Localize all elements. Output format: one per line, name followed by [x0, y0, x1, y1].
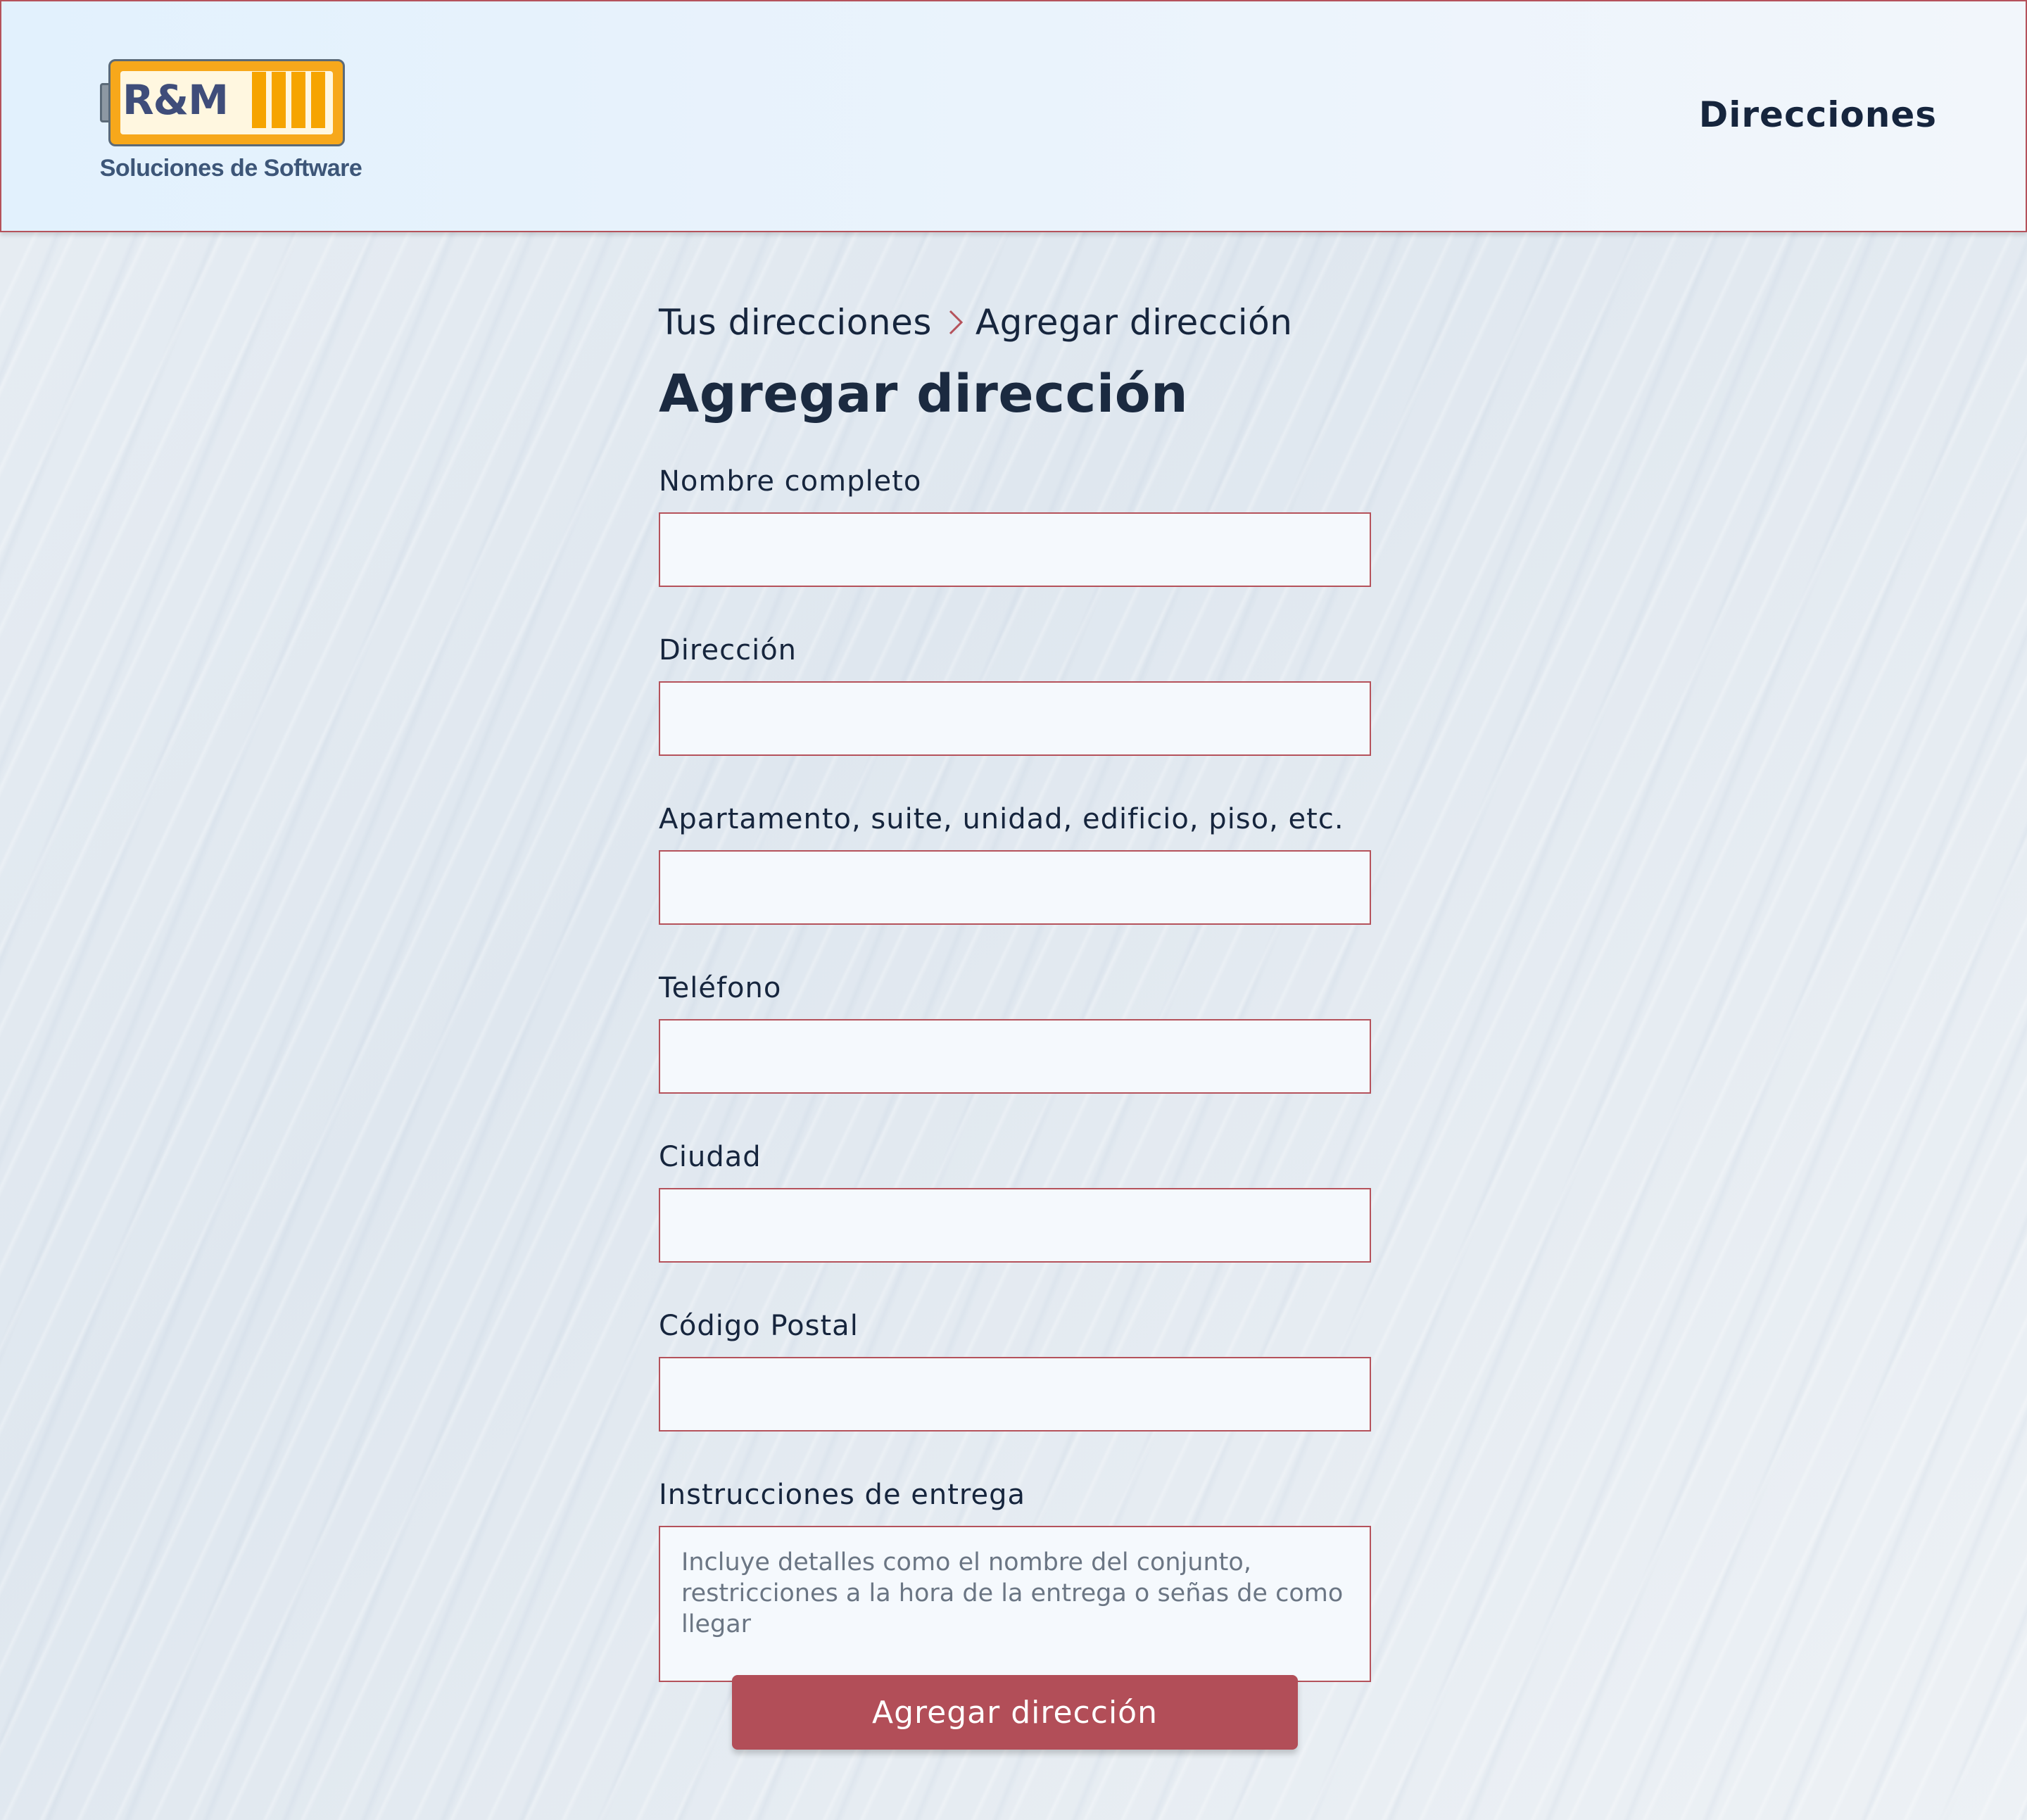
field-full-name: Nombre completo — [659, 463, 1371, 587]
page-title: Agregar dirección — [659, 364, 1189, 424]
logo-tagline: Soluciones de Software — [99, 155, 362, 182]
field-phone: Teléfono — [659, 970, 1371, 1094]
apartment-label: Apartamento, suite, unidad, edificio, pi… — [659, 803, 1344, 835]
phone-label: Teléfono — [659, 972, 782, 1004]
submit-wrap: Agregar dirección — [732, 1675, 1298, 1750]
phone-input[interactable] — [659, 1019, 1371, 1094]
full-name-input[interactable] — [659, 512, 1371, 587]
delivery-instructions-textarea[interactable] — [659, 1526, 1371, 1682]
field-city: Ciudad — [659, 1139, 1371, 1263]
field-postal-code: Código Postal — [659, 1308, 1371, 1432]
apartment-input[interactable] — [659, 850, 1371, 925]
full-name-label: Nombre completo — [659, 465, 922, 498]
main-content: Tus direcciones Agregar dirección Agrega… — [659, 296, 1371, 1750]
logo-charge-bars — [252, 72, 325, 128]
postal-code-input[interactable] — [659, 1357, 1371, 1432]
chevron-right-icon — [949, 310, 964, 335]
breadcrumb: Tus direcciones Agregar dirección — [659, 296, 1371, 349]
breadcrumb-current: Agregar dirección — [975, 302, 1293, 343]
logo-brand-text: R&M — [122, 76, 229, 124]
field-delivery-instructions: Instrucciones de entrega — [659, 1477, 1371, 1682]
delivery-instructions-label: Instrucciones de entrega — [659, 1479, 1025, 1511]
address-label: Dirección — [659, 634, 797, 666]
add-address-button[interactable]: Agregar dirección — [732, 1675, 1298, 1750]
top-header: R&M Soluciones de Software Direcciones — [0, 0, 2027, 232]
breadcrumb-parent-link[interactable]: Tus direcciones — [659, 302, 932, 343]
company-logo[interactable]: R&M Soluciones de Software — [90, 56, 372, 190]
city-label: Ciudad — [659, 1141, 762, 1173]
field-address: Dirección — [659, 632, 1371, 756]
city-input[interactable] — [659, 1188, 1371, 1263]
nav-link-direcciones[interactable]: Direcciones — [1699, 94, 1937, 135]
postal-code-label: Código Postal — [659, 1310, 859, 1342]
field-apartment: Apartamento, suite, unidad, edificio, pi… — [659, 801, 1371, 925]
address-input[interactable] — [659, 681, 1371, 756]
